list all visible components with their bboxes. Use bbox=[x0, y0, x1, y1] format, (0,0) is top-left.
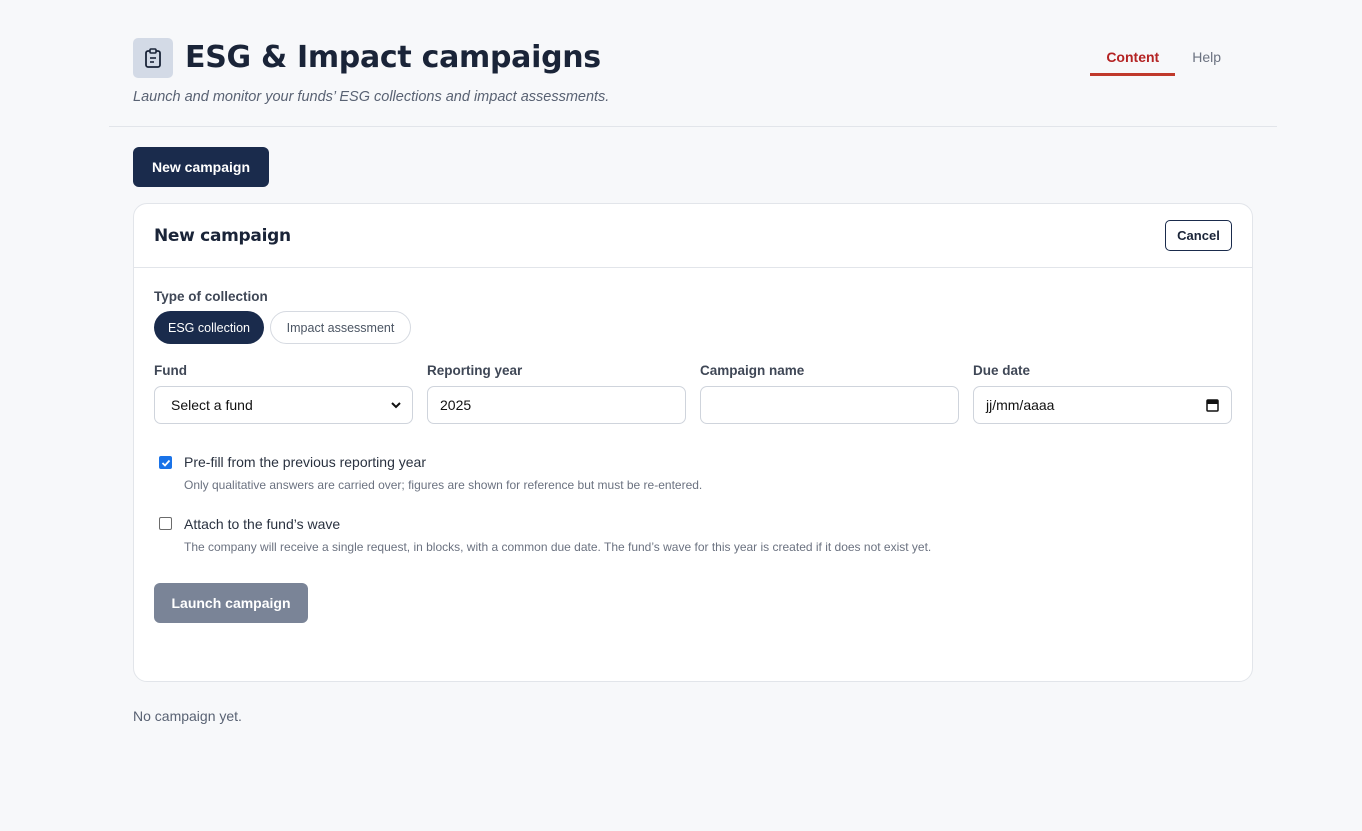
new-campaign-form: New campaign Cancel Type of collection E… bbox=[133, 203, 1253, 682]
fund-label: Fund bbox=[154, 363, 187, 378]
type-esg-collection[interactable]: ESG collection bbox=[154, 311, 264, 344]
tab-bar: Content Help bbox=[1090, 44, 1237, 76]
reporting-year-value: 2025 bbox=[440, 397, 472, 413]
due-date-placeholder: jj/mm/aaaa bbox=[986, 397, 1055, 413]
cancel-button[interactable]: Cancel bbox=[1165, 220, 1232, 251]
tab-help[interactable]: Help bbox=[1175, 44, 1237, 76]
attach-wave-hint: The company will receive a single reques… bbox=[184, 540, 932, 554]
new-campaign-button[interactable]: New campaign bbox=[133, 147, 269, 187]
launch-campaign-button[interactable]: Launch campaign bbox=[154, 583, 308, 623]
fund-select-value: Select a fund bbox=[171, 397, 253, 413]
page-title: ESG & Impact campaigns bbox=[185, 40, 601, 75]
tab-content[interactable]: Content bbox=[1090, 44, 1176, 76]
prefill-hint: Only qualitative answers are carried ove… bbox=[184, 478, 703, 492]
attach-wave-label[interactable]: Attach to the fund’s wave bbox=[184, 516, 340, 532]
form-title: New campaign bbox=[154, 226, 291, 246]
prefill-label[interactable]: Pre-fill from the previous reporting yea… bbox=[184, 454, 426, 470]
page-subtitle: Launch and monitor your funds’ ESG colle… bbox=[133, 89, 610, 105]
due-date-label: Due date bbox=[973, 363, 1031, 378]
prefill-checkbox[interactable] bbox=[159, 456, 172, 469]
campaign-name-input[interactable] bbox=[700, 386, 959, 424]
page-header: ESG & Impact campaigns Launch and monito… bbox=[109, 0, 1277, 127]
fund-select[interactable]: Select a fund bbox=[154, 386, 413, 424]
collection-type-label: Type of collection bbox=[154, 289, 268, 304]
calendar-icon[interactable] bbox=[1206, 398, 1219, 415]
empty-state: No campaign yet. bbox=[133, 708, 242, 724]
clipboard-icon bbox=[133, 38, 173, 78]
campaign-name-label: Campaign name bbox=[700, 363, 805, 378]
due-date-input[interactable]: jj/mm/aaaa bbox=[973, 386, 1232, 424]
reporting-year-label: Reporting year bbox=[427, 363, 523, 378]
type-impact-assessment[interactable]: Impact assessment bbox=[270, 311, 411, 344]
reporting-year-input[interactable]: 2025 bbox=[427, 386, 686, 424]
form-header: New campaign Cancel bbox=[134, 204, 1252, 268]
chevron-down-icon bbox=[390, 398, 402, 415]
attach-wave-checkbox[interactable] bbox=[159, 517, 172, 530]
checkmark-icon bbox=[161, 459, 170, 467]
